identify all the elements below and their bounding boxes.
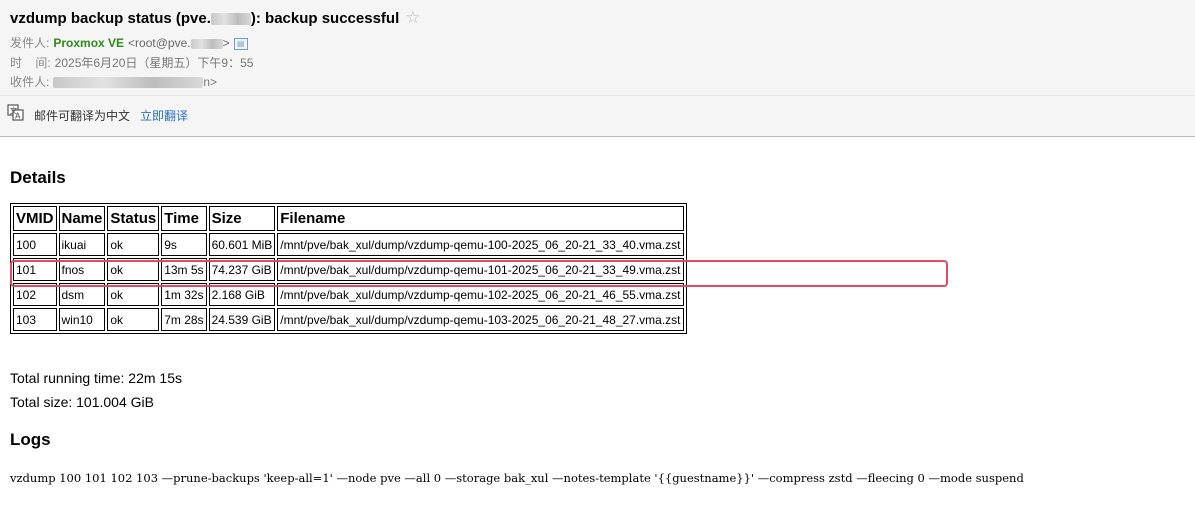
col-vmid: VMID xyxy=(13,206,57,231)
redacted-recipient xyxy=(53,77,204,89)
cell-filename: /mnt/pve/bak_xul/dump/vzdump-qemu-100-20… xyxy=(277,233,684,256)
from-row: 发件人: Proxmox VE <root@pve. > ▤ xyxy=(10,34,248,51)
cell-vmid: 103 xyxy=(13,308,57,331)
subject-suffix: ): backup successful xyxy=(250,10,400,27)
total-size: Total size: 101.004 GiB xyxy=(10,394,154,410)
cell-filename: /mnt/pve/bak_xul/dump/vzdump-qemu-102-20… xyxy=(277,283,684,306)
logs-heading: Logs xyxy=(10,430,51,449)
cell-size: 74.237 GiB xyxy=(208,258,276,281)
sender-address-suffix: > xyxy=(222,36,230,50)
cell-vmid: 100 xyxy=(13,233,57,256)
cell-name: fnos xyxy=(58,258,106,281)
redacted-domain xyxy=(190,38,223,49)
cell-time: 1m 32s xyxy=(161,283,207,306)
time-row: 时 间: 2025年6月20日（星期五）下午9：55 xyxy=(10,54,253,71)
to-label: 收件人: xyxy=(10,75,50,89)
cell-status: ok xyxy=(107,283,160,306)
time-label: 时 间: xyxy=(10,56,51,70)
cell-name: dsm xyxy=(58,283,106,306)
sender-address: <root@pve. > xyxy=(128,36,230,50)
cell-time: 9s xyxy=(161,233,207,256)
redacted-hostname xyxy=(210,13,251,26)
recipient-suffix: n> xyxy=(203,75,218,89)
subject-prefix: vzdump backup status (pve. xyxy=(10,10,211,27)
cell-size: 24.539 GiB xyxy=(208,308,276,331)
star-icon[interactable]: ☆ xyxy=(405,8,420,27)
col-time: Time xyxy=(161,206,207,231)
cell-size: 2.168 GiB xyxy=(208,283,276,306)
table-header-row: VMID Name Status Time Size Filename xyxy=(13,206,684,231)
body-divider xyxy=(0,136,1195,137)
cell-name: win10 xyxy=(58,308,106,331)
contact-card-icon[interactable]: ▤ xyxy=(233,37,248,50)
cell-time: 13m 5s xyxy=(161,258,207,281)
cell-filename: /mnt/pve/bak_xul/dump/vzdump-qemu-101-20… xyxy=(277,258,684,281)
email-header: vzdump backup status (pve. ): backup succ… xyxy=(0,0,1195,95)
cell-status: ok xyxy=(107,233,160,256)
cell-status: ok xyxy=(107,258,160,281)
from-label: 发件人: xyxy=(10,36,50,50)
total-running-time: Total running time: 22m 15s xyxy=(10,370,182,386)
cell-name: ikuai xyxy=(58,233,106,256)
col-name: Name xyxy=(58,206,106,231)
col-size: Size xyxy=(208,206,276,231)
details-heading: Details xyxy=(10,168,66,187)
table-row: 101 fnos ok 13m 5s 74.237 GiB /mnt/pve/b… xyxy=(13,258,684,281)
cell-status: ok xyxy=(107,308,160,331)
table-row: 102 dsm ok 1m 32s 2.168 GiB /mnt/pve/bak… xyxy=(13,283,684,306)
time-value: 2025年6月20日（星期五）下午9：55 xyxy=(54,56,254,70)
cell-vmid: 102 xyxy=(13,283,57,306)
translate-icon: 文 A xyxy=(7,104,24,121)
translate-hint: 邮件可翻译为中文 xyxy=(34,109,131,123)
svg-text:A: A xyxy=(15,112,21,121)
sender-name[interactable]: Proxmox VE xyxy=(53,36,124,50)
col-status: Status xyxy=(107,206,160,231)
sender-address-prefix: <root@pve. xyxy=(128,36,191,50)
col-filename: Filename xyxy=(277,206,684,231)
cell-vmid: 101 xyxy=(13,258,57,281)
cell-time: 7m 28s xyxy=(161,308,207,331)
table-row: 100 ikuai ok 9s 60.601 MiB /mnt/pve/bak_… xyxy=(13,233,684,256)
cell-filename: /mnt/pve/bak_xul/dump/vzdump-qemu-103-20… xyxy=(277,308,684,331)
table-row: 103 win10 ok 7m 28s 24.539 GiB /mnt/pve/… xyxy=(13,308,684,331)
translate-now-link[interactable]: 立即翻译 xyxy=(140,107,188,124)
cell-size: 60.601 MiB xyxy=(208,233,276,256)
email-subject: vzdump backup status (pve. ): backup succ… xyxy=(10,8,421,28)
translate-bar: 文 A 邮件可翻译为中文 立即翻译 xyxy=(0,96,1195,136)
vzdump-command: vzdump 100 101 102 103 —prune-backups 'k… xyxy=(10,471,1024,485)
backup-details-table: VMID Name Status Time Size Filename 100 … xyxy=(10,203,687,334)
to-row: 收件人: n> xyxy=(10,73,217,90)
